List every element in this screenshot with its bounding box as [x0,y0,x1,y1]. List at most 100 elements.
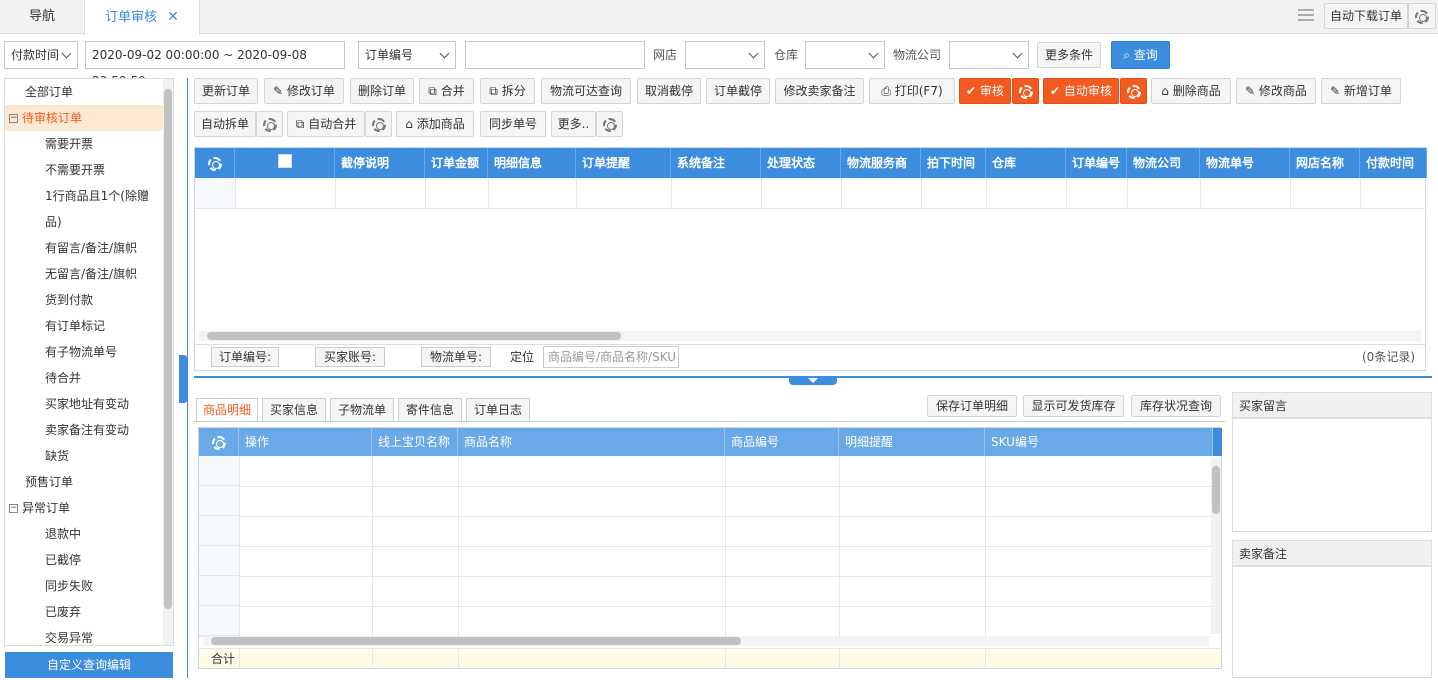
detail-column-header[interactable]: 明细提醒 [839,428,985,456]
shop-select[interactable] [685,41,765,69]
detail-grid-hscroll-thumb[interactable] [211,637,741,645]
toolbar-button[interactable]: 取消截停 [637,78,701,104]
toolbar-button[interactable]: ⧉ 自动合并 [287,111,365,137]
column-header[interactable]: 网店名称 [1290,148,1360,178]
grid-settings-cell[interactable] [195,148,235,178]
date-range-input[interactable]: 2020-09-02 00:00:00 ~ 2020-09-08 23:59:5… [85,41,345,88]
tracking-no-filter[interactable]: 物流单号: [421,347,491,367]
order-no-filter[interactable]: 订单编号: [211,347,279,367]
detail-grid-settings-cell[interactable] [199,428,239,456]
toolbar-button[interactable]: 更多.. [551,111,596,137]
toolbar-button[interactable]: 更新订单 [194,78,258,104]
auto-download-button[interactable]: 自动下载订单 [1324,3,1408,29]
select-all-checkbox[interactable] [277,154,292,168]
detail-action-button[interactable]: 显示可发货库存 [1023,395,1124,417]
sidebar-scrollbar[interactable] [163,79,173,645]
sidebar-item[interactable]: 不需要开票 [5,157,105,183]
detail-column-header[interactable]: 商品名称 [458,428,725,456]
detail-tab[interactable]: 商品明细 [196,398,258,422]
warehouse-select[interactable] [805,41,885,69]
detail-column-header[interactable]: 操作 [239,428,372,456]
order-grid-hscroll[interactable] [199,331,1421,341]
toolbar-button[interactable]: ⌂ 添加商品 [396,111,474,137]
detail-column-header[interactable]: 线上宝贝名称 [372,428,458,456]
detail-tab[interactable]: 订单日志 [466,398,530,422]
detail-tab[interactable]: 子物流单 [330,398,394,422]
locate-input[interactable]: 商品编号/商品名称/SKU [543,346,679,368]
tab-nav[interactable]: 导航 [0,0,84,34]
column-header[interactable]: 物流单号 [1200,148,1290,178]
detail-grid-hscroll[interactable] [203,636,1209,646]
collapse-toggle-icon[interactable]: − [9,504,18,513]
sidebar-item[interactable]: 买家地址有变动 [5,391,129,417]
sidebar-item[interactable]: 已废弃 [5,599,81,625]
column-header[interactable]: 订单编号 [1066,148,1127,178]
close-icon[interactable]: ✕ [167,9,179,25]
toolbar-button[interactable]: ⧉ 合并 [419,78,474,104]
toolbar-button[interactable]: ✔ 审核 [959,78,1011,104]
sidebar-item[interactable]: − 异常订单 [5,495,70,521]
logistics-select[interactable] [949,41,1029,69]
column-header[interactable]: 处理状态 [761,148,841,178]
column-header[interactable]: 系统备注 [671,148,761,178]
sidebar-item[interactable]: 缺货 [5,443,69,469]
toolbar-button[interactable]: 订单截停 [706,78,770,104]
toolbar-button[interactable]: ⌂ 删除商品 [1151,78,1231,104]
collapse-toggle-icon[interactable]: − [9,114,18,123]
custom-query-button[interactable]: 自定义查询编辑 [5,652,173,678]
toolbar-button[interactable]: 删除订单 [350,78,414,104]
detail-grid-vscroll-thumb[interactable] [1212,466,1220,514]
sidebar-item[interactable]: 退款中 [5,521,81,547]
column-header[interactable]: 物流服务商 [841,148,921,178]
detail-action-button[interactable]: 库存状况查询 [1131,395,1221,417]
sidebar-item[interactable]: 待合并 [5,365,81,391]
sidebar-scroll-thumb[interactable] [164,89,172,609]
toolbar-button[interactable]: 修改卖家备注 [775,78,864,104]
seller-note-box[interactable] [1232,566,1432,678]
sidebar-item[interactable]: 同步失败 [5,573,93,599]
detail-tab[interactable]: 买家信息 [262,398,326,422]
sidebar-item[interactable]: 有订单标记 [5,313,105,339]
toolbar-settings-button[interactable] [596,111,623,137]
toolbar-button[interactable]: ✎ 新增订单 [1321,78,1401,104]
sidebar-item[interactable]: 全部订单 [5,79,73,105]
detail-grid-vscroll[interactable] [1211,458,1221,634]
sidebar-item[interactable]: 无留言/备注/旗帜 [5,261,137,287]
toolbar-button[interactable]: ✎ 修改订单 [264,78,344,104]
sidebar-item[interactable]: 预售订单 [5,469,73,495]
column-header[interactable]: 拍下时间 [921,148,986,178]
column-header[interactable]: 截停说明 [335,148,425,178]
column-header[interactable]: 付款时间 [1360,148,1427,178]
query-button[interactable]: ⌕ 查询 [1111,41,1170,69]
sidebar-item[interactable]: 货到付款 [5,287,93,313]
sidebar-item[interactable]: 已截停 [5,547,81,573]
tab-order-review[interactable]: 订单审核 ✕ [84,0,200,35]
toolbar-settings-button[interactable] [256,111,283,137]
toolbar-button[interactable]: ✎ 修改商品 [1236,78,1316,104]
select-all-cell[interactable] [235,148,335,178]
more-conditions-button[interactable]: 更多条件 [1037,42,1101,68]
sidebar-item[interactable]: 有留言/备注/旗帜 [5,235,137,261]
toolbar-button[interactable]: ⎙ 打印(F7) [869,78,955,104]
toolbar-settings-button[interactable] [1012,78,1039,104]
buyer-account-filter[interactable]: 买家账号: [315,347,385,367]
detail-tab[interactable]: 寄件信息 [398,398,462,422]
search-field-select[interactable]: 订单编号 [358,41,456,69]
auto-download-settings[interactable] [1408,3,1436,29]
sidebar-item[interactable]: 有子物流单号 [5,339,117,365]
toolbar-button[interactable]: ⧉ 拆分 [480,78,535,104]
detail-column-header[interactable]: 商品编号 [725,428,839,456]
column-header[interactable]: 订单金额 [425,148,488,178]
sidebar-item[interactable]: 1行商品且1个(除赠 [5,183,149,209]
sidebar-item[interactable]: 需要开票 [5,131,93,157]
detail-column-header[interactable]: SKU编号 [985,428,1213,456]
sidebar-item[interactable]: 品) [5,209,62,235]
sidebar-item[interactable]: 卖家备注有变动 [5,417,129,443]
toolbar-button[interactable]: 同步单号 [480,111,546,137]
toolbar-settings-button[interactable] [1120,78,1147,104]
splitter-toggle[interactable] [789,377,837,385]
sidebar-item[interactable]: 交易异常 [5,625,93,645]
toolbar-button[interactable]: 物流可达查询 [541,78,631,104]
toolbar-settings-button[interactable] [365,111,392,137]
column-header[interactable]: 物流公司 [1127,148,1200,178]
